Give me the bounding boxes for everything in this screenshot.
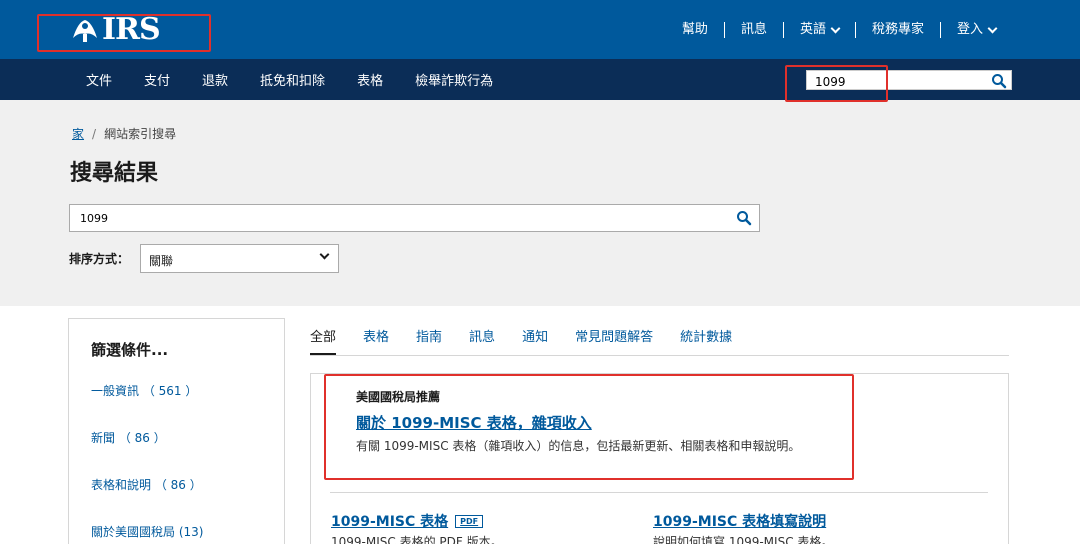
chevron-down-icon [319,249,330,260]
filter-title: 篩選條件... [91,341,169,359]
tab-news[interactable]: 訊息 [469,326,495,355]
result-link[interactable]: 1099-MISC 表格 PDF [331,511,484,531]
news-link[interactable]: 訊息 [723,22,783,38]
language-dropdown[interactable]: 英語 [782,22,855,38]
news-label: 訊息 [740,22,767,37]
recommended-result-description: 有關 1099-MISC 表格（雜項收入）的信息，包括最新更新、相關表格和申報說… [356,439,801,453]
search-icon[interactable] [736,210,752,226]
help-label: 幫助 [681,22,708,37]
filter-forms-instructions[interactable]: 表格和說明 （ 86 ） [91,476,202,493]
sort-label: 排序方式： [69,252,130,266]
tab-statistics[interactable]: 統計數據 [680,326,732,355]
breadcrumb-home-link[interactable]: 家 [72,125,84,142]
results-search-input[interactable] [70,205,710,231]
header-search-box [806,70,1012,91]
chevron-down-icon [987,23,998,33]
page-title: 搜尋結果 [70,161,159,186]
tab-notices[interactable]: 通知 [522,326,548,355]
nav-item-report-fraud[interactable]: 檢舉詐欺行為 [399,70,509,89]
nav-item-forms[interactable]: 表格 [341,70,399,89]
nav-item-refunds[interactable]: 退款 [186,70,244,89]
top-header: IRS 幫助 訊息 英語 稅務專家 登入 [0,0,1080,59]
tax-pros-label: 稅務專家 [871,22,924,37]
recommended-result-link[interactable]: 關於 1099-MISC 表格，雜項收入 [356,412,592,433]
filter-general-info[interactable]: 一般資訊 （ 561 ） [91,382,197,399]
utility-links: 幫助 訊息 英語 稅務專家 登入 [666,22,1012,38]
tab-forms[interactable]: 表格 [363,326,389,355]
sign-in-label: 登入 [956,22,983,37]
results-divider [330,492,988,493]
breadcrumb-current: 網站索引搜尋 [104,127,177,141]
recommended-label: 美國國稅局推薦 [356,390,441,404]
result-link[interactable]: 1099-MISC 表格填寫說明 [653,511,826,531]
help-link[interactable]: 幫助 [666,22,724,38]
sort-selected-value: 關聯 [149,254,174,268]
nav-item-file[interactable]: 文件 [70,70,128,89]
tab-faqs[interactable]: 常見問題解答 [575,326,653,355]
result-description: 1099-MISC 表格的 PDF 版本。 [331,535,503,544]
result-title: 1099-MISC 表格填寫說明 [653,514,827,530]
header-search-input[interactable] [807,73,987,91]
result-tabs: 全部 表格 指南 訊息 通知 常見問題解答 統計數據 [310,326,759,355]
logo-text: IRS [102,12,161,47]
filter-about-irs[interactable]: 關於美國國稅局 (13) [91,523,203,540]
filter-panel: 篩選條件... 一般資訊 （ 561 ） 新聞 （ 86 ） 表格和說明 （ 8… [68,318,285,544]
breadcrumb: 家 / 網站索引搜尋 [72,125,176,142]
search-icon[interactable] [991,73,1007,89]
pdf-badge: PDF [455,514,484,528]
irs-logo[interactable]: IRS [70,12,161,47]
nav-item-credits-deductions[interactable]: 抵免和扣除 [244,70,341,89]
tab-guides[interactable]: 指南 [416,326,442,355]
result-description: 說明如何填寫 1099-MISC 表格。 [653,535,834,544]
tab-all[interactable]: 全部 [310,326,337,355]
tabs-divider [310,355,1009,356]
sign-in-dropdown[interactable]: 登入 [939,22,1012,38]
sort-select[interactable]: 關聯 [140,244,339,273]
tax-pros-link[interactable]: 稅務專家 [854,22,940,38]
result-title: 1099-MISC 表格 [331,514,449,530]
results-search-box [69,204,760,232]
language-label: 英語 [799,22,826,37]
nav-item-pay[interactable]: 支付 [128,70,186,89]
filter-news[interactable]: 新聞 （ 86 ） [91,429,166,446]
breadcrumb-separator: / [92,126,97,141]
eagle-logo-icon [73,19,97,42]
chevron-down-icon [830,23,841,33]
